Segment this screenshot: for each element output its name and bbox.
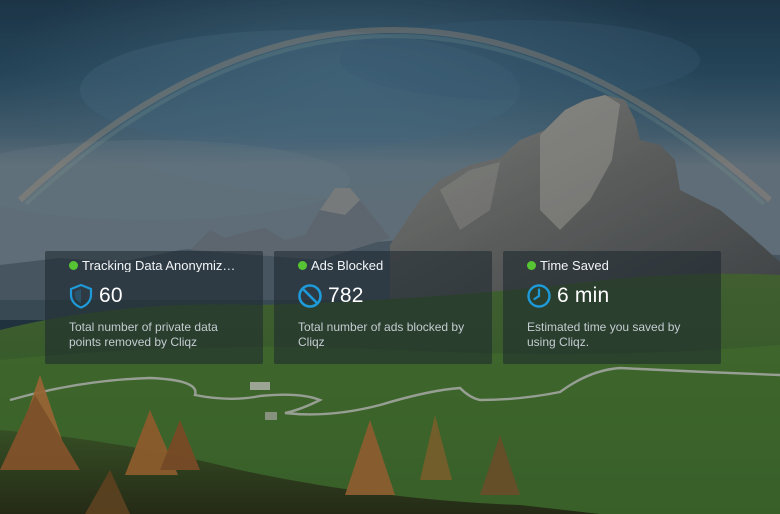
stat-card-time-saved[interactable]: Time Saved 6 min Estimated time you save…	[503, 251, 721, 364]
status-indicator-dot	[69, 260, 78, 270]
stat-description: Estimated time you saved by using Cliqz.	[527, 320, 681, 349]
new-tab-page: Tracking Data Anonymiz… 60 Total number …	[0, 0, 780, 514]
stat-card-ads-blocked[interactable]: Ads Blocked 782 Total number of ads bloc…	[274, 251, 492, 364]
stat-value: 60	[99, 284, 123, 307]
stat-value: 6 min	[557, 284, 610, 307]
stat-metric: 60	[45, 282, 253, 310]
stat-value: 782	[328, 284, 364, 307]
stat-card-tracking[interactable]: Tracking Data Anonymiz… 60 Total number …	[45, 251, 263, 364]
status-indicator-dot	[298, 260, 307, 270]
shield-icon	[68, 283, 94, 309]
stat-card-title: Time Saved	[540, 258, 609, 272]
stat-card-title: Tracking Data Anonymiz…	[82, 258, 236, 272]
clock-icon	[526, 283, 552, 309]
stat-card-header: Ads Blocked	[298, 258, 482, 272]
stat-card-header: Tracking Data Anonymiz…	[69, 258, 253, 272]
status-indicator-dot	[527, 260, 536, 270]
stat-metric: 6 min	[503, 282, 711, 310]
block-icon	[297, 283, 323, 309]
stat-description: Total number of ads blocked by Cliqz	[298, 320, 465, 349]
stat-card-title: Ads Blocked	[311, 258, 384, 272]
stat-card-header: Time Saved	[527, 258, 711, 272]
stat-metric: 782	[274, 282, 482, 310]
stat-description: Total number of private data points remo…	[69, 320, 218, 349]
